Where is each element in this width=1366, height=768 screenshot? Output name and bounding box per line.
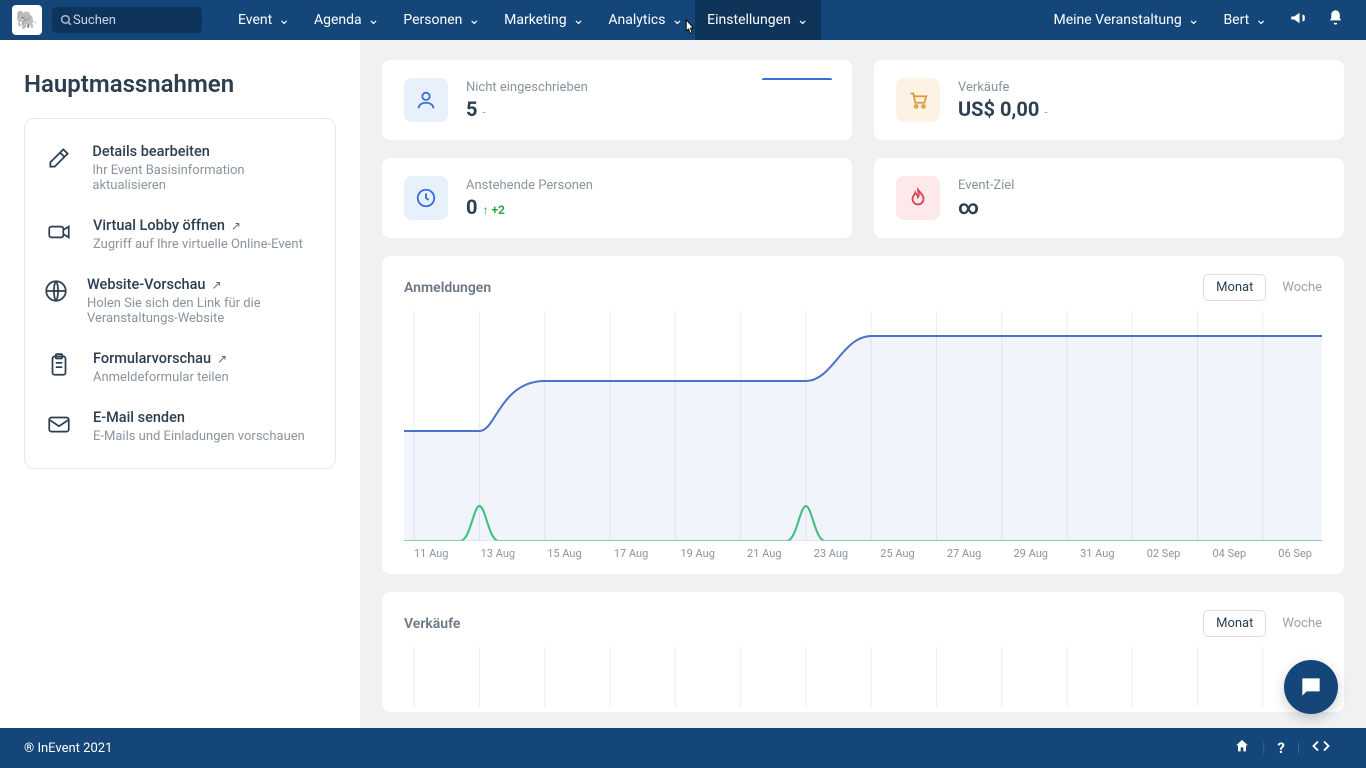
action-subtitle: Ihr Event Basisinformation aktualisieren <box>92 163 317 193</box>
delta-up: ↑ +2 <box>482 203 504 217</box>
intercom-button[interactable] <box>1284 660 1338 714</box>
clock-icon <box>404 176 448 220</box>
nav-my-event[interactable]: Meine Veranstaltung⌄ <box>1041 0 1211 40</box>
action-form-preview[interactable]: Formularvorschau ↗ Anmeldeformular teilen <box>43 338 317 397</box>
stat-label: Verkäufe <box>958 80 1048 95</box>
action-title: Formularvorschau <box>93 350 211 367</box>
action-edit-details[interactable]: Details bearbeiten Ihr Event Basisinform… <box>43 131 317 205</box>
nav-marketing[interactable]: Marketing⌄ <box>492 0 596 40</box>
chevron-down-icon: ⌄ <box>573 12 585 28</box>
toggle-month[interactable]: Monat <box>1203 610 1266 637</box>
chevron-down-icon: ⌄ <box>1255 12 1267 28</box>
action-subtitle: Holen Sie sich den Link für die Veransta… <box>87 296 317 326</box>
action-subtitle: Anmeldeformular teilen <box>93 370 229 385</box>
stat-not-enrolled[interactable]: Nicht eingeschrieben 5 - <box>382 60 852 140</box>
action-subtitle: E-Mails und Einladungen vorschauen <box>93 429 305 444</box>
nav-event[interactable]: Event⌄ <box>226 0 302 40</box>
content-area: Nicht eingeschrieben 5 - Verkäufe US$ 0,… <box>360 40 1366 728</box>
stat-value: ∞ <box>958 195 1014 219</box>
nav-analytics[interactable]: Analytics⌄ <box>596 0 695 40</box>
chart-xaxis: 11 Aug13 Aug15 Aug17 Aug19 Aug21 Aug23 A… <box>404 541 1322 560</box>
stat-goal[interactable]: Event-Ziel ∞ <box>874 158 1344 238</box>
stat-label: Anstehende Personen <box>466 178 593 193</box>
action-virtual-lobby[interactable]: Virtual Lobby öffnen ↗ Zugriff auf Ihre v… <box>43 205 317 264</box>
stat-value: 5 - <box>466 97 588 121</box>
brand-logo[interactable]: 🐘 <box>12 5 42 35</box>
action-website-preview[interactable]: Website-Vorschau ↗ Holen Sie sich den Lin… <box>43 264 317 338</box>
nav-personen[interactable]: Personen⌄ <box>391 0 492 40</box>
help-icon[interactable]: ? <box>1265 739 1296 757</box>
nav-einstellungen[interactable]: Einstellungen⌄ <box>695 0 820 40</box>
toggle-month[interactable]: Monat <box>1203 274 1266 301</box>
search-input[interactable] <box>73 13 183 28</box>
person-icon <box>404 78 448 122</box>
stat-value: 0 ↑ +2 <box>466 195 593 219</box>
code-icon[interactable] <box>1300 737 1342 759</box>
chart-title: Verkäufe <box>404 616 460 632</box>
action-title: Details bearbeiten <box>92 143 209 160</box>
chart-canvas <box>404 311 1322 541</box>
chevron-down-icon: ⌄ <box>671 12 683 28</box>
search-icon <box>60 14 73 27</box>
toggle-week[interactable]: Woche <box>1282 616 1322 631</box>
stat-pending[interactable]: Anstehende Personen 0 ↑ +2 <box>382 158 852 238</box>
sparkline <box>762 78 832 94</box>
stat-value: US$ 0,00 - <box>958 97 1048 121</box>
sidebar: Hauptmassnahmen Details bearbeiten Ihr E… <box>0 40 360 728</box>
external-link-icon: ↗ <box>231 219 241 233</box>
chart-canvas <box>404 647 1322 707</box>
stat-label: Event-Ziel <box>958 178 1014 193</box>
action-title: E-Mail senden <box>93 409 185 426</box>
action-title: Website-Vorschau <box>87 276 206 293</box>
action-title: Virtual Lobby öffnen <box>93 217 225 234</box>
home-icon[interactable] <box>1222 738 1262 758</box>
chart-registrations: Anmeldungen Monat Woche 11 Au <box>382 256 1344 574</box>
copyright: ® InEvent 2021 <box>24 741 112 756</box>
megaphone-icon[interactable] <box>1279 9 1317 31</box>
cart-icon <box>896 78 940 122</box>
bell-icon[interactable] <box>1317 9 1354 31</box>
action-subtitle: Zugriff auf Ihre virtuelle Online-Event <box>93 237 303 252</box>
actions-card: Details bearbeiten Ihr Event Basisinform… <box>24 118 336 469</box>
footer-bar: ® InEvent 2021 | ? | <box>0 728 1366 768</box>
sidebar-title: Hauptmassnahmen <box>24 70 336 98</box>
external-link-icon: ↗ <box>212 278 222 292</box>
action-send-email[interactable]: E-Mail senden E-Mails und Einladungen vo… <box>43 397 317 456</box>
chevron-down-icon: ⌄ <box>1188 12 1200 28</box>
search-field-wrap[interactable] <box>52 7 202 33</box>
flame-icon <box>896 176 940 220</box>
envelope-icon <box>43 409 75 444</box>
chevron-down-icon: ⌄ <box>278 12 290 28</box>
chart-title: Anmeldungen <box>404 280 491 296</box>
globe-icon <box>43 276 69 326</box>
stat-label: Nicht eingeschrieben <box>466 80 588 95</box>
chevron-down-icon: ⌄ <box>797 12 809 28</box>
nav-agenda[interactable]: Agenda⌄ <box>302 0 391 40</box>
top-navbar: 🐘 Event⌄ Agenda⌄ Personen⌄ Marketing⌄ An… <box>0 0 1366 40</box>
pencil-icon <box>43 143 74 193</box>
chart-sales: Verkäufe Monat Woche <box>382 592 1344 712</box>
stat-sales[interactable]: Verkäufe US$ 0,00 - <box>874 60 1344 140</box>
camera-icon <box>43 217 75 252</box>
clipboard-icon <box>43 350 75 385</box>
nav-user[interactable]: Bert⌄ <box>1211 0 1279 40</box>
chevron-down-icon: ⌄ <box>468 12 480 28</box>
chevron-down-icon: ⌄ <box>368 12 380 28</box>
toggle-week[interactable]: Woche <box>1282 280 1322 295</box>
external-link-icon: ↗ <box>217 352 227 366</box>
